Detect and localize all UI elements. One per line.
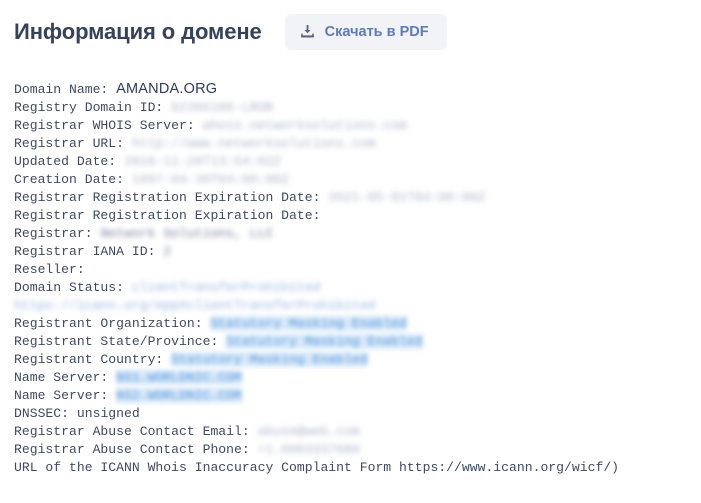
download-icon (300, 25, 314, 39)
whois-record: Domain Name: AMANDA.ORG Registry Domain I… (14, 80, 684, 477)
whois-field-value[interactable]: NS2.WORLDNIC.COM (116, 388, 242, 403)
whois-line: Domain Status: clientTransferProhibited … (14, 279, 684, 315)
whois-field-value: +1.8003337680 (257, 442, 360, 457)
whois-line: Registrar WHOIS Server: whois.networksol… (14, 117, 684, 135)
whois-line: Registrar Abuse Contact Email: abuse@web… (14, 423, 684, 441)
whois-field-value: 2 (163, 244, 172, 259)
whois-field-value: whois.networksolutions.com (202, 118, 407, 133)
whois-line: Registrar URL: http://www.networksolutio… (14, 135, 684, 153)
whois-field-label: Updated Date: (14, 154, 125, 169)
whois-line: Registrar IANA ID: 2 (14, 243, 684, 261)
whois-field-value: D2365166-LROR (171, 100, 274, 115)
whois-field-value: http://www.networksolutions.com (131, 136, 376, 151)
whois-field-value: Network Solutions, LLC (100, 226, 274, 241)
whois-field-label: DNSSEC: (14, 406, 77, 421)
whois-field-label: Domain Name: (14, 82, 117, 97)
download-pdf-button-label: Скачать в PDF (324, 24, 429, 40)
whois-field-label: Registrar: (14, 226, 101, 241)
whois-field-label: Registry Domain ID: (14, 100, 172, 115)
whois-line: Name Server: NS1.WORLDNIC.COM (14, 369, 684, 387)
whois-field-label: Reseller: (14, 262, 85, 277)
whois-field-label: Registrar Registration Expiration Date: (14, 190, 329, 205)
whois-line: Registrant Country: Statutory Masking En… (14, 351, 684, 369)
whois-field-label: Registrar Abuse Contact Email: (14, 424, 258, 439)
whois-field-label: Name Server: (14, 388, 117, 403)
whois-field-label: Registrar IANA ID: (14, 244, 164, 259)
whois-field-value[interactable]: Statutory Masking Enabled (226, 334, 423, 349)
whois-field-value: 2021-05-01T04:00:00Z (328, 190, 486, 205)
whois-field-value[interactable]: Statutory Masking Enabled (171, 352, 368, 367)
whois-line: Registrar Registration Expiration Date: (14, 207, 684, 225)
download-pdf-button[interactable]: Скачать в PDF (284, 14, 447, 50)
page-header: Информация о домене Скачать в PDF (0, 0, 701, 64)
whois-line: Updated Date: 2018-11-20T13:54:02Z (14, 153, 684, 171)
whois-line: URL of the ICANN Whois Inaccuracy Compla… (14, 459, 684, 477)
whois-field-value[interactable]: Statutory Masking Enabled (210, 316, 407, 331)
whois-field-value: unsigned (76, 406, 140, 421)
whois-field-label: Registrant State/Province: (14, 334, 227, 349)
whois-field-label: URL of the ICANN Whois Inaccuracy Compla… (14, 460, 620, 475)
whois-field-label: Name Server: (14, 370, 117, 385)
whois-line: Registrar Abuse Contact Phone: +1.800333… (14, 441, 684, 459)
whois-field-label: Registrant Country: (14, 352, 172, 367)
whois-line: Registrant State/Province: Statutory Mas… (14, 333, 684, 351)
whois-line: Reseller: (14, 261, 684, 279)
whois-field-value: 1997-04-30T04:00:00Z (131, 172, 290, 187)
whois-line: DNSSEC: unsigned (14, 405, 684, 423)
whois-field-value: abuse@web.com (257, 424, 360, 439)
whois-field-value: AMANDA.ORG (116, 81, 218, 97)
whois-field-label: Registrar WHOIS Server: (14, 118, 203, 133)
whois-field-label: Creation Date: (14, 172, 132, 187)
whois-line: Creation Date: 1997-04-30T04:00:00Z (14, 171, 684, 189)
whois-line: Name Server: NS2.WORLDNIC.COM (14, 387, 684, 405)
whois-line: Domain Name: AMANDA.ORG (14, 80, 684, 99)
whois-field-label: Registrar Registration Expiration Date: (14, 208, 321, 223)
whois-line: Registrar: Network Solutions, LLC (14, 225, 684, 243)
whois-field-label: Registrant Organization: (14, 316, 211, 331)
whois-field-label: Registrar URL: (14, 136, 132, 151)
page-title: Информация о домене (14, 19, 262, 44)
whois-line: Registrant Organization: Statutory Maski… (14, 315, 684, 333)
whois-line: Registrar Registration Expiration Date: … (14, 189, 684, 207)
whois-field-label: Registrar Abuse Contact Phone: (14, 442, 258, 457)
whois-field-value[interactable]: NS1.WORLDNIC.COM (116, 370, 242, 385)
whois-field-label: Domain Status: (14, 280, 132, 295)
whois-field-value: 2018-11-20T13:54:02Z (124, 154, 282, 169)
whois-line: Registry Domain ID: D2365166-LROR (14, 99, 684, 117)
